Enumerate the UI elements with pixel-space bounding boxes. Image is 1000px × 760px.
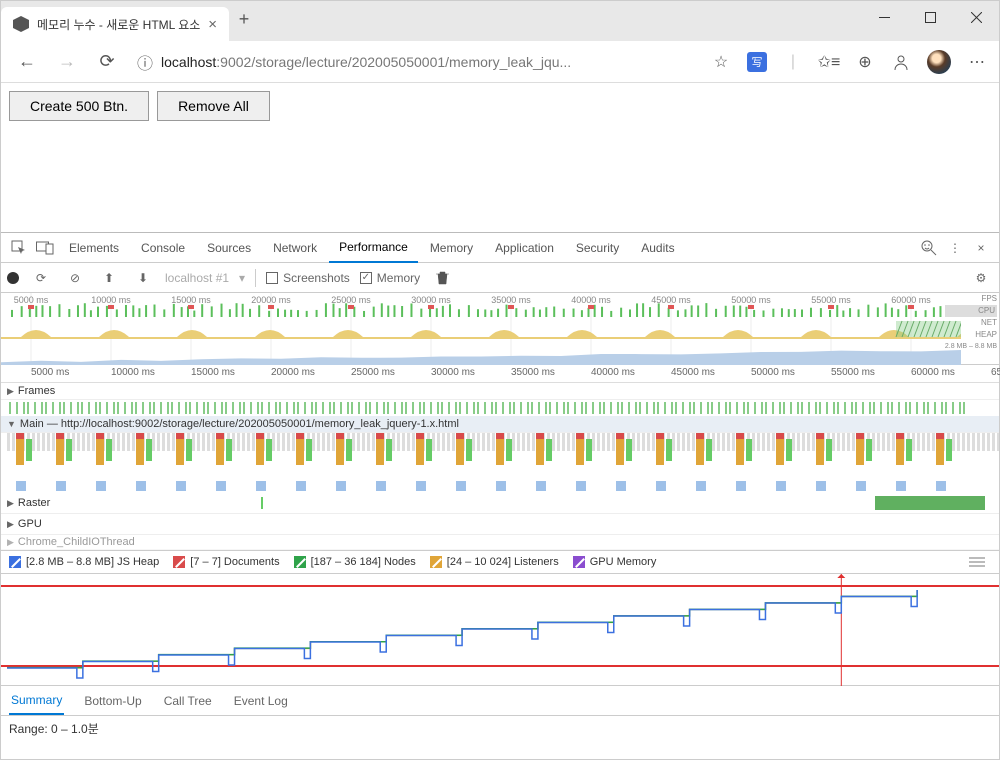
memory-checkbox[interactable]: ✓Memory xyxy=(360,271,420,285)
collections-icon[interactable]: ⊕ xyxy=(855,52,875,72)
range-text: Range: 0 – 1.0분 xyxy=(1,716,999,741)
window-controls xyxy=(861,1,999,33)
drag-handle-icon[interactable] xyxy=(969,557,985,567)
account-icon[interactable] xyxy=(891,52,911,72)
reload-record-icon[interactable]: ⟳ xyxy=(29,266,53,290)
childio-track[interactable]: ▶Chrome_ChildIOThread xyxy=(1,535,999,550)
window-titlebar: 메모리 누수 - 새로운 HTML 요소 × + xyxy=(1,1,999,41)
main-track[interactable] xyxy=(1,433,999,493)
divider: | xyxy=(783,52,803,72)
raster-track[interactable]: ▶Raster xyxy=(1,493,999,514)
inspect-icon[interactable] xyxy=(7,236,31,260)
svg-text:45000 ms: 45000 ms xyxy=(651,295,691,305)
svg-text:25000 ms: 25000 ms xyxy=(331,295,371,305)
timeline-ruler[interactable]: 5000 ms10000 ms15000 ms20000 ms25000 ms3… xyxy=(1,365,999,383)
overview-labels: FPS CPU NET HEAP 2.8 MB – 8.8 MB xyxy=(945,293,997,353)
svg-text:10000 ms: 10000 ms xyxy=(91,295,131,305)
tab-security[interactable]: Security xyxy=(566,233,629,263)
maximize-button[interactable] xyxy=(907,1,953,33)
memory-legend: [2.8 MB – 8.8 MB] JS Heap [7 – 7] Docume… xyxy=(1,550,999,574)
tab-performance[interactable]: Performance xyxy=(329,233,418,263)
legend-listeners[interactable]: [24 – 10 024] Listeners xyxy=(430,556,559,568)
svg-text:15000 ms: 15000 ms xyxy=(171,295,211,305)
tab-call-tree[interactable]: Call Tree xyxy=(162,688,214,714)
forward-button: → xyxy=(49,44,85,80)
target-label[interactable]: localhost #1 xyxy=(165,271,229,285)
frames-track[interactable] xyxy=(1,400,999,416)
favorite-icon[interactable]: ☆ xyxy=(711,52,731,72)
close-window-button[interactable] xyxy=(953,1,999,33)
memory-chart[interactable] xyxy=(1,574,999,686)
devtools-tabs: Elements Console Sources Network Perform… xyxy=(1,233,999,263)
record-button[interactable] xyxy=(7,272,19,284)
address-bar: ← → ⟳ ⓘ localhost:9002/storage/lecture/2… xyxy=(1,41,999,83)
tab-audits[interactable]: Audits xyxy=(631,233,684,263)
upload-icon[interactable]: ⬆ xyxy=(97,266,121,290)
page-content: Create 500 Btn. Remove All xyxy=(1,83,999,129)
tab-application[interactable]: Application xyxy=(485,233,564,263)
download-icon[interactable]: ⬇ xyxy=(131,266,155,290)
tab-title: 메모리 누수 - 새로운 HTML 요소 xyxy=(37,16,200,33)
translate-icon[interactable]: 写 xyxy=(747,52,767,72)
details-tabs: Summary Bottom-Up Call Tree Event Log xyxy=(1,686,999,716)
devtools-panel: Elements Console Sources Network Perform… xyxy=(1,232,999,759)
tab-console[interactable]: Console xyxy=(131,233,195,263)
site-info-icon[interactable]: ⓘ xyxy=(137,50,153,74)
tab-event-log[interactable]: Event Log xyxy=(232,688,290,714)
url-text: localhost:9002/storage/lecture/202005050… xyxy=(161,54,571,70)
legend-nodes[interactable]: [187 – 36 184] Nodes xyxy=(294,556,416,568)
svg-text:20000 ms: 20000 ms xyxy=(251,295,291,305)
remove-button[interactable]: Remove All xyxy=(157,91,270,121)
minimize-button[interactable] xyxy=(861,1,907,33)
favorites-bar-icon[interactable]: ✩≡ xyxy=(819,52,839,72)
svg-text:35000 ms: 35000 ms xyxy=(491,295,531,305)
frames-track-header[interactable]: ▶Frames xyxy=(1,383,999,400)
device-toolbar-icon[interactable] xyxy=(33,236,57,260)
kebab-icon[interactable]: ⋮ xyxy=(943,236,967,260)
back-button[interactable]: ← xyxy=(9,44,45,80)
svg-text:50000 ms: 50000 ms xyxy=(731,295,771,305)
feedback-icon[interactable] xyxy=(917,236,941,260)
reload-button[interactable]: ⟳ xyxy=(89,44,125,80)
svg-text:55000 ms: 55000 ms xyxy=(811,295,851,305)
more-icon[interactable]: ⋯ xyxy=(967,52,987,72)
legend-js-heap[interactable]: [2.8 MB – 8.8 MB] JS Heap xyxy=(9,556,159,568)
svg-text:5000 ms: 5000 ms xyxy=(14,295,49,305)
tab-memory[interactable]: Memory xyxy=(420,233,483,263)
create-button[interactable]: Create 500 Btn. xyxy=(9,91,149,121)
tab-bottom-up[interactable]: Bottom-Up xyxy=(82,688,143,714)
legend-documents[interactable]: [7 – 7] Documents xyxy=(173,556,279,568)
tab-network[interactable]: Network xyxy=(263,233,327,263)
new-tab-button[interactable]: + xyxy=(229,9,259,30)
url-box[interactable]: ⓘ localhost:9002/storage/lecture/2020050… xyxy=(129,50,699,74)
trash-icon[interactable] xyxy=(430,266,454,290)
svg-text:30000 ms: 30000 ms xyxy=(411,295,451,305)
dropdown-icon[interactable]: ▾ xyxy=(239,271,245,285)
browser-tab[interactable]: 메모리 누수 - 새로운 HTML 요소 × xyxy=(1,7,229,41)
clear-icon[interactable]: ⊘ xyxy=(63,266,87,290)
tab-summary[interactable]: Summary xyxy=(9,687,64,715)
gpu-track[interactable]: ▶GPU xyxy=(1,514,999,535)
close-icon[interactable]: × xyxy=(208,16,217,33)
legend-gpu[interactable]: GPU Memory xyxy=(573,556,657,568)
profile-avatar[interactable] xyxy=(927,50,951,74)
tab-elements[interactable]: Elements xyxy=(59,233,129,263)
main-track-header[interactable]: ▼Main — http://localhost:9002/storage/le… xyxy=(1,416,999,433)
close-devtools-icon[interactable]: × xyxy=(969,236,993,260)
screenshots-checkbox[interactable]: Screenshots xyxy=(266,271,350,285)
svg-text:40000 ms: 40000 ms xyxy=(571,295,611,305)
svg-text:60000 ms: 60000 ms xyxy=(891,295,931,305)
settings-icon[interactable]: ⚙ xyxy=(969,266,993,290)
overview-timeline[interactable]: 5000 ms 10000 ms 15000 ms 20000 ms 25000 ms 3… xyxy=(1,293,999,365)
performance-toolbar: ⟳ ⊘ ⬆ ⬇ localhost #1 ▾ Screenshots ✓Memo… xyxy=(1,263,999,293)
tab-sources[interactable]: Sources xyxy=(197,233,261,263)
shield-icon xyxy=(13,16,29,32)
